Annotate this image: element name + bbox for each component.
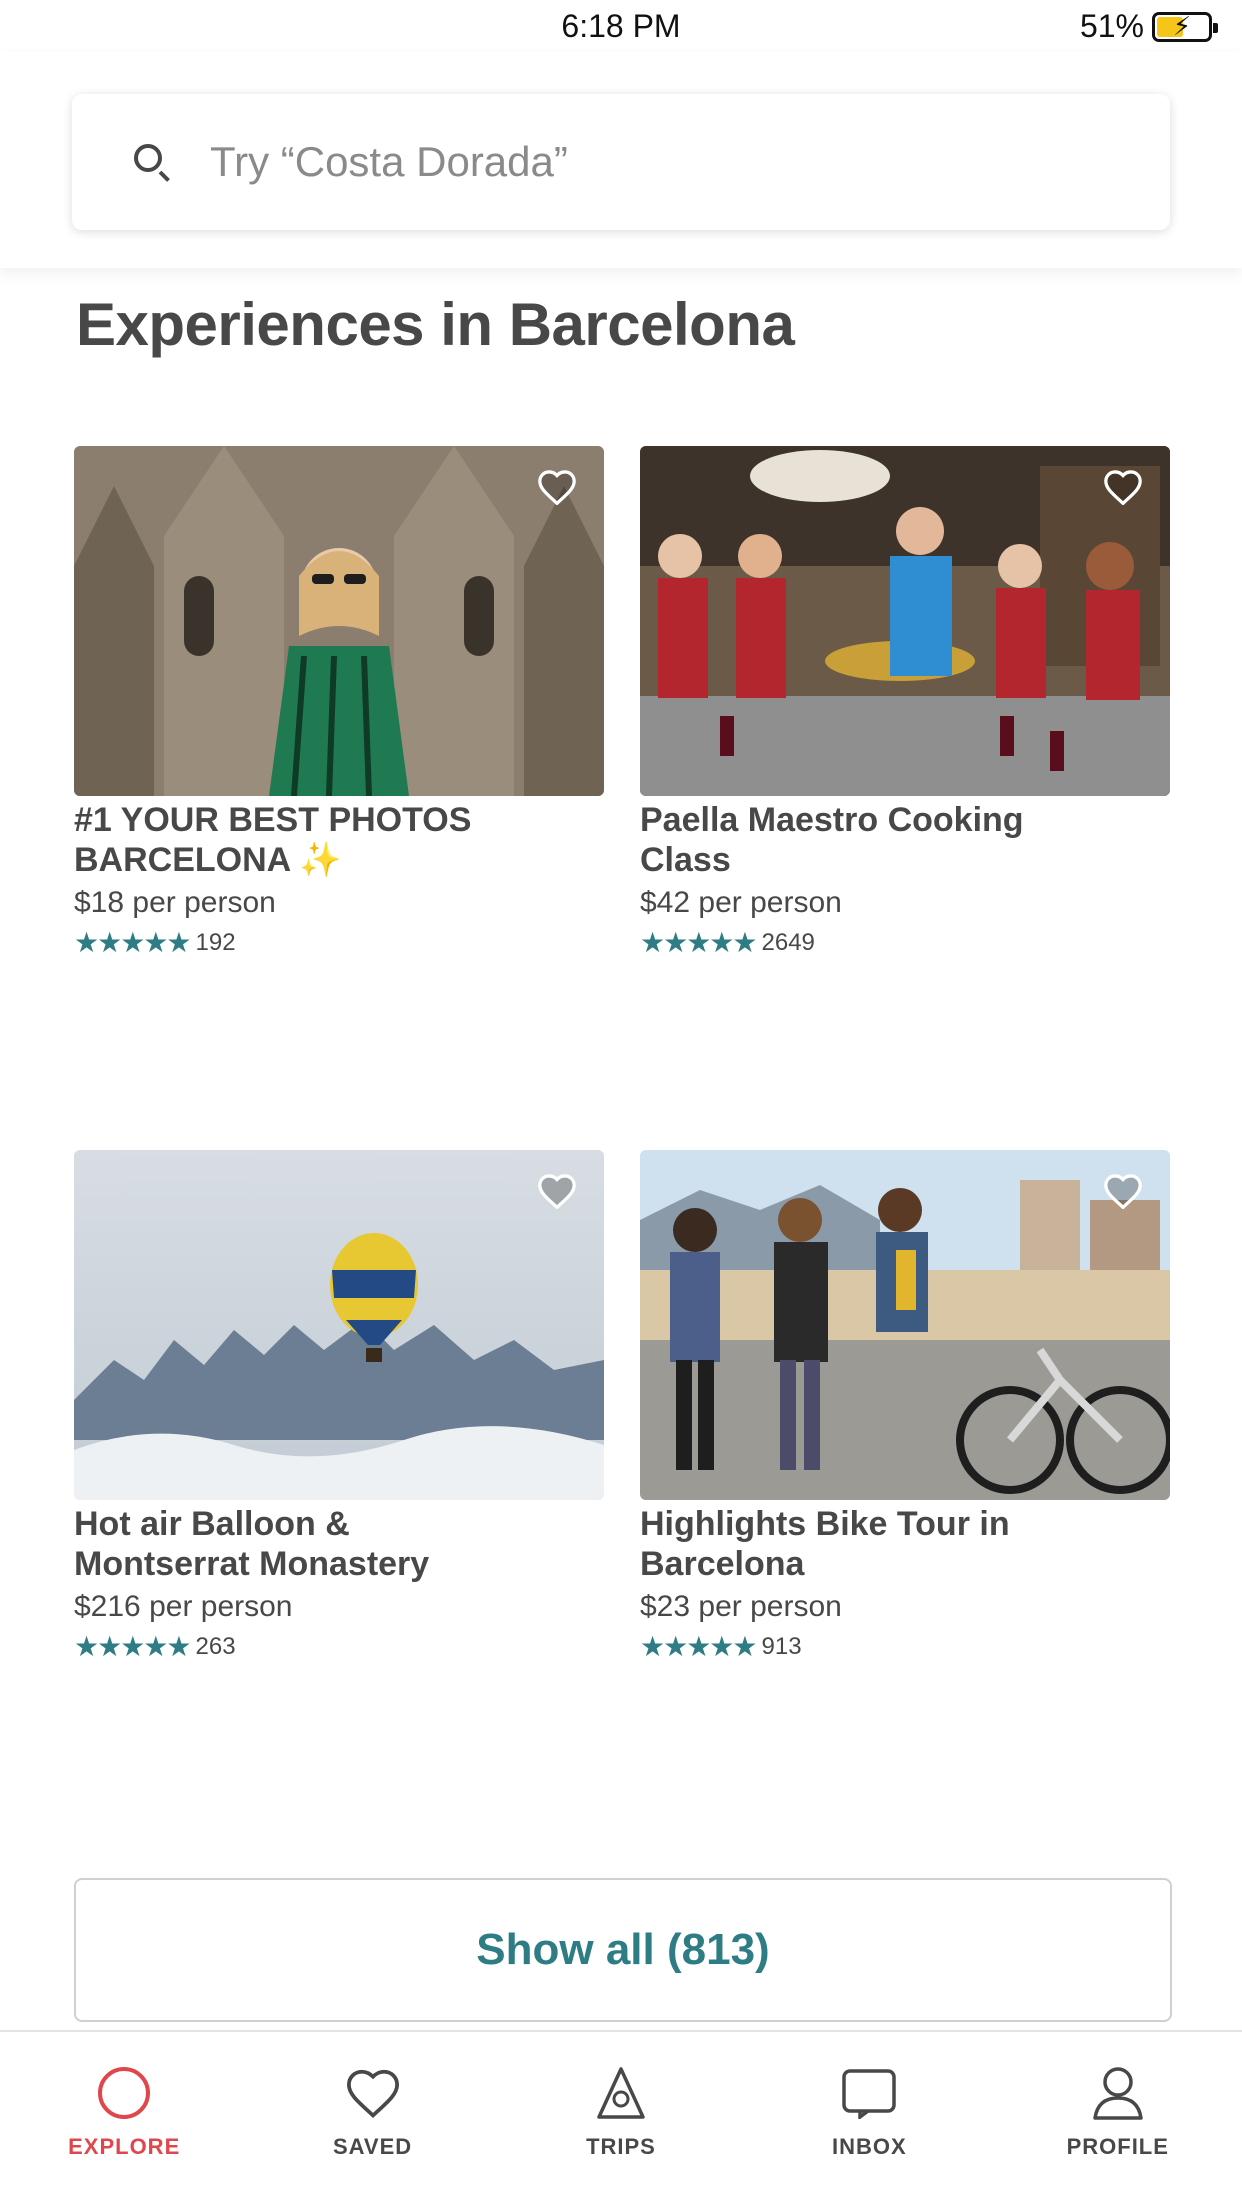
page-title: Experiences in Barcelona [76, 291, 795, 358]
status-indicators: 51% ⚡ [1079, 8, 1218, 45]
experience-rating: ★★★★★ 192 [74, 926, 604, 959]
tab-label: TRIPS [586, 2134, 656, 2159]
status-time: 6:18 PM [561, 8, 681, 44]
heart-icon [342, 2062, 404, 2124]
tab-inbox[interactable]: INBOX [769, 2062, 969, 2160]
review-count: 913 [761, 1632, 802, 1660]
charging-bolt-icon: ⚡ [1172, 10, 1192, 41]
tab-trips[interactable]: TRIPS [521, 2062, 721, 2160]
save-heart-icon[interactable] [1098, 462, 1148, 512]
tab-label: PROFILE [1066, 2134, 1169, 2159]
save-heart-icon[interactable] [532, 1166, 582, 1216]
tab-label: SAVED [332, 2134, 413, 2159]
experience-card[interactable]: Highlights Bike Tour in Barcelona $23 pe… [640, 1150, 1170, 1663]
experience-price: $42 per person [640, 886, 842, 919]
experience-card[interactable]: #1 YOUR BEST PHOTOS BARCELONA ✨ $18 per … [74, 446, 604, 959]
experience-price: $23 per person [640, 1590, 842, 1623]
experience-rating: ★★★★★ 263 [74, 1630, 604, 1663]
rating-stars-icon: ★★★★★ [74, 927, 192, 958]
rating-stars-icon: ★★★★★ [640, 927, 758, 958]
review-count: 263 [195, 1632, 236, 1660]
search-icon [130, 140, 174, 184]
review-count: 2649 [761, 928, 815, 956]
rating-stars-icon: ★★★★★ [74, 1631, 192, 1662]
experience-rating: ★★★★★ 913 [640, 1630, 1170, 1663]
status-bar: 6:18 PM 51% ⚡ [0, 0, 1242, 52]
profile-icon [1087, 2062, 1149, 2124]
tab-label: INBOX [832, 2134, 907, 2159]
save-heart-icon[interactable] [1098, 1166, 1148, 1216]
experience-image-bike-tour[interactable] [640, 1150, 1170, 1500]
experience-title: Paella Maestro Cooking Class [640, 801, 1024, 879]
rating-stars-icon: ★★★★★ [640, 1631, 758, 1662]
experience-price: $216 per person [74, 1590, 293, 1623]
experience-image-cathedral[interactable] [74, 446, 604, 796]
experience-rating: ★★★★★ 2649 [640, 926, 1170, 959]
experience-image-paella[interactable] [640, 446, 1170, 796]
inbox-icon [838, 2062, 900, 2124]
explore-icon [93, 2062, 155, 2124]
search-box[interactable] [72, 94, 1170, 230]
battery-percent: 51% [1079, 8, 1144, 44]
tab-explore[interactable]: EXPLORE [24, 2062, 224, 2160]
search-input[interactable] [210, 138, 1010, 186]
tab-saved[interactable]: SAVED [273, 2062, 473, 2160]
show-all-button[interactable]: Show all (813) [74, 1878, 1172, 2022]
trips-icon [590, 2062, 652, 2124]
search-header [0, 52, 1242, 268]
save-heart-icon[interactable] [532, 462, 582, 512]
battery-icon: ⚡ [1152, 10, 1218, 42]
review-count: 192 [195, 928, 236, 956]
tab-profile[interactable]: PROFILE [1018, 2062, 1218, 2160]
experience-price: $18 per person [74, 886, 276, 919]
experience-card[interactable]: Hot air Balloon & Montserrat Monastery $… [74, 1150, 604, 1663]
bottom-tab-bar: EXPLORE SAVED TRIPS INBOX PROFILE [0, 2030, 1242, 2208]
experience-title: Highlights Bike Tour in Barcelona [640, 1505, 1010, 1583]
experience-image-balloon[interactable] [74, 1150, 604, 1500]
experience-card[interactable]: Paella Maestro Cooking Class $42 per per… [640, 446, 1170, 959]
tab-label: EXPLORE [68, 2134, 181, 2159]
experience-title: Hot air Balloon & Montserrat Monastery [74, 1505, 430, 1583]
experience-title: #1 YOUR BEST PHOTOS BARCELONA ✨ [74, 801, 472, 879]
